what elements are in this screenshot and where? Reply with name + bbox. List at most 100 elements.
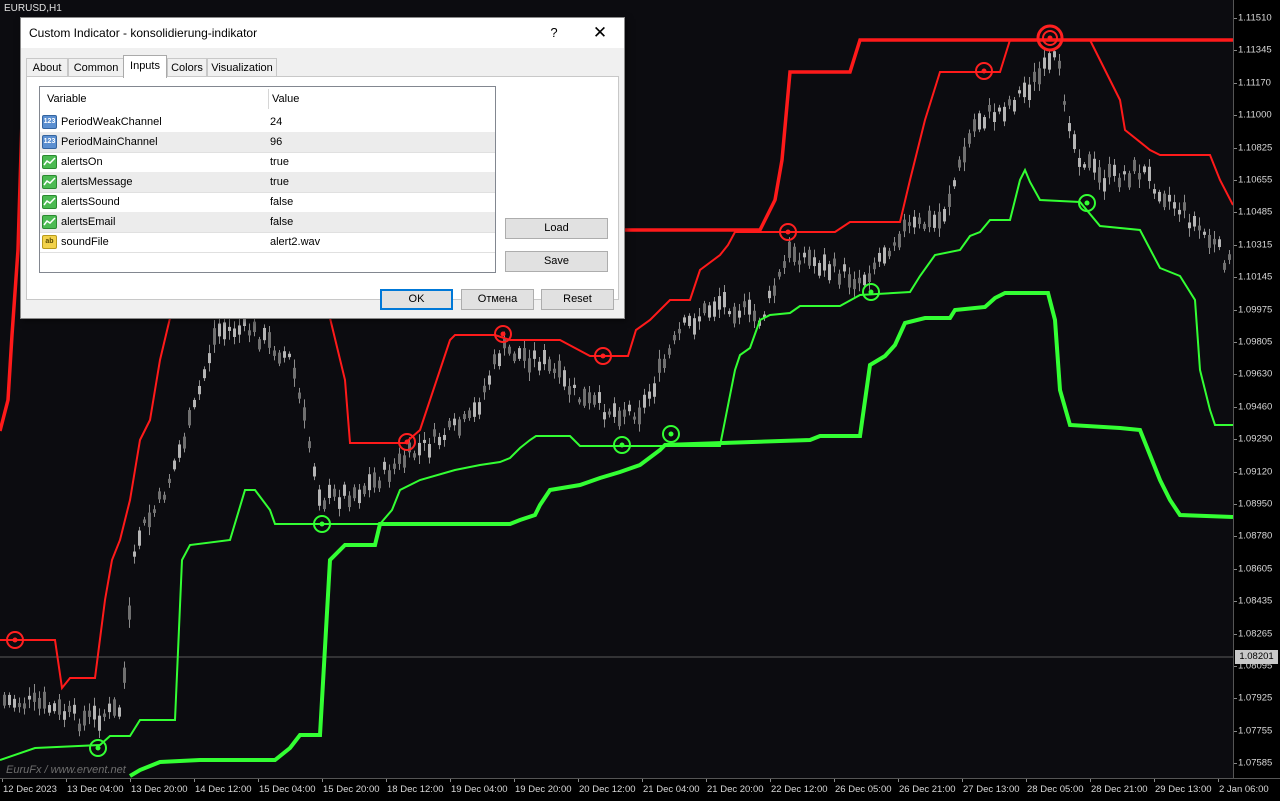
param-value[interactable]: false — [270, 192, 293, 212]
tab-inputs[interactable]: Inputs — [123, 55, 167, 78]
param-value[interactable]: alert2.wav — [270, 232, 320, 252]
time-tick — [322, 779, 323, 782]
time-tick — [642, 779, 643, 782]
chart-symbol-label: EURUSD,H1 — [4, 3, 62, 14]
tab-colors[interactable]: Colors — [167, 58, 207, 77]
current-price-label: 1.08201 — [1235, 650, 1278, 664]
price-label: 1.11345 — [1238, 44, 1272, 56]
param-row[interactable]: ab soundFile alert2.wav — [40, 232, 495, 253]
param-value[interactable]: 96 — [270, 132, 282, 152]
time-tick — [514, 779, 515, 782]
price-label: 1.08605 — [1238, 563, 1273, 575]
time-label: 15 Dec 04:00 — [259, 784, 316, 795]
param-name: soundFile — [61, 236, 109, 248]
dialog-titlebar[interactable]: Custom Indicator - konsolidierung-indika… — [21, 18, 624, 48]
price-tick — [1234, 536, 1237, 538]
time-tick — [1218, 779, 1219, 782]
price-label: 1.11000 — [1238, 109, 1272, 121]
price-label: 1.08780 — [1238, 530, 1273, 542]
price-tick — [1234, 147, 1237, 149]
param-row[interactable]: 123 PeriodWeakChannel 24 — [40, 112, 495, 133]
price-label: 1.09805 — [1238, 336, 1273, 348]
time-label: 21 Dec 20:00 — [707, 784, 764, 795]
price-label: 1.10485 — [1238, 206, 1273, 218]
param-name: PeriodWeakChannel — [61, 116, 162, 128]
ok-button[interactable]: OK — [380, 289, 453, 310]
tab-common[interactable]: Common — [68, 58, 124, 77]
help-button[interactable]: ? — [543, 22, 565, 44]
param-name: alertsSound — [61, 196, 120, 208]
time-label: 20 Dec 12:00 — [579, 784, 636, 795]
time-label: 19 Dec 04:00 — [451, 784, 508, 795]
price-tick — [1234, 763, 1237, 765]
time-tick — [450, 779, 451, 782]
price-label: 1.09975 — [1238, 304, 1273, 316]
inputs-table: Variable Value 123 PeriodWeakChannel 24 123… — [39, 86, 496, 273]
time-label: 28 Dec 05:00 — [1027, 784, 1084, 795]
close-button[interactable]: ✕ — [589, 22, 611, 44]
price-tick — [1234, 244, 1237, 246]
price-label: 1.08435 — [1238, 595, 1273, 607]
dialog-title: Custom Indicator - konsolidierung-indika… — [29, 26, 258, 40]
price-label: 1.10145 — [1238, 271, 1273, 283]
price-tick — [1234, 568, 1237, 570]
inputs-panel: Variable Value 123 PeriodWeakChannel 24 123… — [26, 76, 619, 300]
price-tick — [1234, 439, 1237, 441]
boolean-icon — [42, 215, 57, 229]
time-tick — [962, 779, 963, 782]
param-value[interactable]: false — [270, 212, 293, 232]
param-row[interactable]: alertsOn true — [40, 152, 495, 173]
time-label: 13 Dec 04:00 — [67, 784, 124, 795]
param-row[interactable]: 123 PeriodMainChannel 96 — [40, 132, 495, 153]
price-tick — [1234, 18, 1237, 19]
time-label: 13 Dec 20:00 — [131, 784, 188, 795]
time-label: 12 Dec 2023 — [3, 784, 57, 795]
time-label: 28 Dec 21:00 — [1091, 784, 1148, 795]
time-tick — [706, 779, 707, 782]
time-axis[interactable]: 12 Dec 2023 13 Dec 04:00 13 Dec 20:00 14 De… — [0, 778, 1280, 801]
param-value[interactable]: true — [270, 172, 289, 192]
time-tick — [2, 779, 3, 782]
price-tick — [1234, 180, 1237, 181]
price-label: 1.11510 — [1238, 12, 1272, 24]
price-label: 1.07925 — [1238, 692, 1273, 704]
time-tick — [578, 779, 579, 782]
price-label: 1.08265 — [1238, 628, 1273, 640]
column-header-variable[interactable]: Variable — [47, 87, 87, 111]
time-tick — [258, 779, 259, 782]
price-tick — [1234, 633, 1237, 635]
price-tick — [1234, 730, 1237, 732]
price-tick — [1234, 82, 1237, 84]
boolean-icon — [42, 195, 57, 209]
save-button[interactable]: Save — [505, 251, 608, 272]
time-label: 22 Dec 12:00 — [771, 784, 828, 795]
price-tick — [1234, 277, 1237, 279]
param-row[interactable]: alertsMessage true — [40, 172, 495, 193]
price-tick — [1234, 115, 1237, 117]
column-header-value[interactable]: Value — [272, 87, 299, 111]
param-row[interactable]: alertsEmail false — [40, 212, 495, 233]
price-tick — [1234, 666, 1237, 667]
load-button[interactable]: Load — [505, 218, 608, 239]
price-tick — [1234, 471, 1237, 473]
time-label: 18 Dec 12:00 — [387, 784, 444, 795]
lower-main-channel-line — [128, 291, 1233, 778]
param-value[interactable]: true — [270, 152, 289, 172]
price-label: 1.10315 — [1238, 239, 1273, 251]
cancel-button[interactable]: Отмена — [461, 289, 534, 310]
reset-button[interactable]: Reset — [541, 289, 614, 310]
custom-indicator-dialog: Custom Indicator - konsolidierung-indika… — [20, 17, 625, 319]
tab-visualization[interactable]: Visualization — [207, 58, 277, 77]
time-label: 27 Dec 13:00 — [963, 784, 1020, 795]
number-icon: 123 — [42, 115, 57, 129]
price-label: 1.09290 — [1238, 433, 1273, 445]
param-value[interactable]: 24 — [270, 112, 282, 132]
time-tick — [770, 779, 771, 782]
tab-about[interactable]: About — [26, 58, 68, 77]
time-tick — [130, 779, 131, 782]
time-label: 21 Dec 04:00 — [643, 784, 700, 795]
price-tick — [1234, 504, 1237, 505]
time-tick — [194, 779, 195, 782]
param-row[interactable]: alertsSound false — [40, 192, 495, 213]
time-tick — [1154, 779, 1155, 782]
